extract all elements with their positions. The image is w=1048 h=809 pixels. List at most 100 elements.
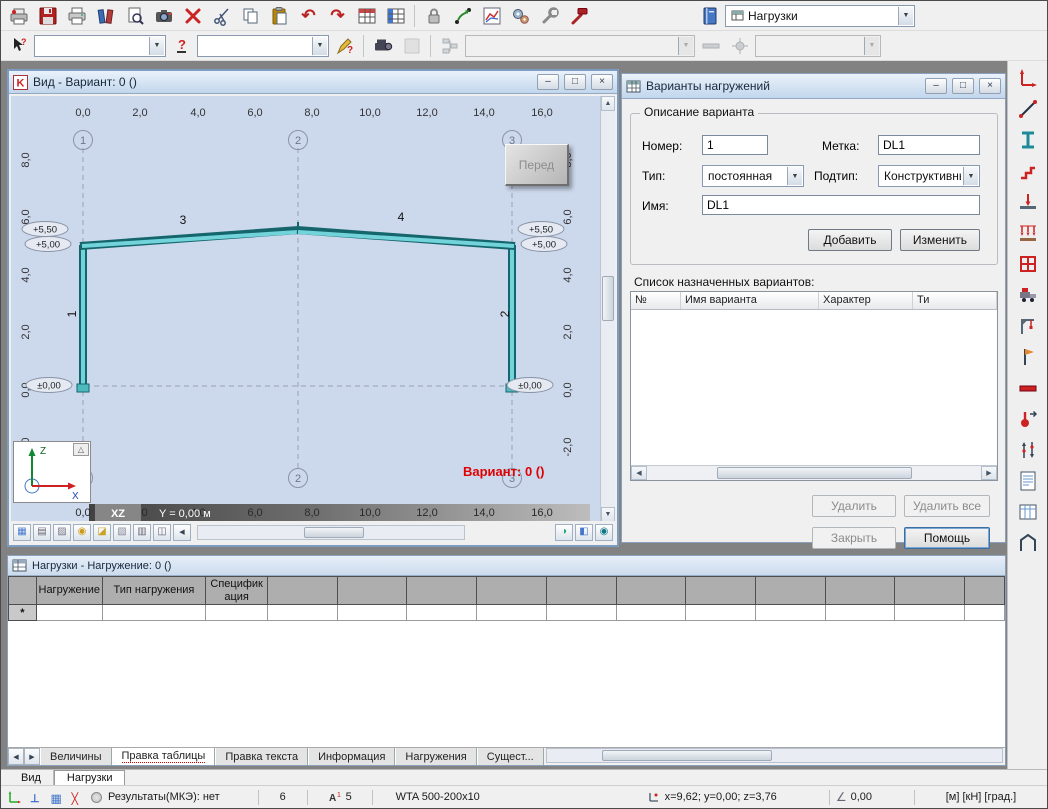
close-icon[interactable]: × bbox=[591, 74, 613, 90]
scroll-left-icon[interactable]: ◀ bbox=[631, 466, 647, 480]
sheet-tab-values[interactable]: Величины bbox=[40, 748, 112, 765]
number-field[interactable] bbox=[702, 135, 768, 155]
moving-load-icon[interactable] bbox=[1013, 283, 1043, 307]
subtype-combo[interactable]: Конструктивные ▼ bbox=[878, 165, 980, 187]
column-header[interactable] bbox=[964, 575, 1005, 606]
cut-icon[interactable] bbox=[208, 3, 235, 29]
chevron-down-icon[interactable]: ▼ bbox=[678, 36, 693, 55]
chevron-down-icon[interactable]: ▼ bbox=[312, 36, 327, 55]
material-combo[interactable]: ▼ bbox=[755, 34, 881, 57]
load-table-icon[interactable] bbox=[1013, 500, 1043, 524]
table-cell[interactable] bbox=[824, 604, 896, 622]
table-cell[interactable] bbox=[476, 604, 547, 622]
add-button[interactable]: Добавить bbox=[808, 229, 892, 251]
grid-toggle-icon[interactable]: ▨ bbox=[53, 523, 71, 541]
scroll-up-icon[interactable]: ▲ bbox=[601, 96, 615, 111]
front-view-button[interactable]: Перед bbox=[505, 144, 569, 186]
view-mode-icon[interactable]: ◉ bbox=[595, 523, 613, 541]
column-header[interactable]: Спецификация bbox=[205, 575, 269, 606]
steps-icon[interactable] bbox=[1013, 159, 1043, 183]
delete-all-button[interactable]: Удалить все bbox=[904, 495, 990, 517]
restore-icon[interactable]: □ bbox=[564, 74, 586, 90]
table-cell[interactable] bbox=[615, 604, 687, 622]
sheet-tab-loadings[interactable]: Нагружения bbox=[395, 748, 477, 765]
hscroll-thumb[interactable] bbox=[304, 526, 364, 538]
column-header[interactable]: № bbox=[631, 292, 681, 309]
select-mode-icon[interactable]: ▦ bbox=[13, 523, 31, 541]
dialog-titlebar[interactable]: Варианты нагружений – □ × bbox=[622, 74, 1005, 99]
edit-button[interactable]: Изменить bbox=[900, 229, 980, 251]
new-row-marker[interactable]: * bbox=[8, 604, 37, 622]
lock-icon[interactable] bbox=[420, 3, 447, 29]
column-header[interactable] bbox=[406, 575, 478, 606]
view-horizontal-scrollbar[interactable] bbox=[197, 524, 465, 540]
table-cell[interactable] bbox=[964, 604, 1005, 622]
link-nodes-icon[interactable] bbox=[449, 3, 476, 29]
delete-button[interactable]: Удалить bbox=[812, 495, 896, 517]
table-icon[interactable] bbox=[353, 3, 380, 29]
chevron-down-icon[interactable]: ▼ bbox=[963, 167, 978, 185]
column-header[interactable]: Тип нагружения bbox=[101, 575, 207, 606]
draw-icon[interactable]: ◪ bbox=[93, 523, 111, 541]
chevron-down-icon[interactable]: ▼ bbox=[149, 36, 164, 55]
line-element-icon[interactable] bbox=[1013, 97, 1043, 121]
column-header[interactable]: Нагружение bbox=[35, 575, 103, 606]
minimize-icon[interactable]: – bbox=[925, 78, 947, 94]
table-cell[interactable] bbox=[685, 604, 756, 622]
variants-table[interactable]: № Имя варианта Характер Ти ◀ ▶ bbox=[630, 291, 998, 481]
crane-load-icon[interactable] bbox=[1013, 314, 1043, 338]
break-icon[interactable]: ╳ bbox=[70, 790, 85, 805]
chart-icon[interactable] bbox=[478, 3, 505, 29]
table-cell[interactable] bbox=[406, 604, 478, 622]
ibeam-icon[interactable] bbox=[1013, 128, 1043, 152]
paste-icon[interactable] bbox=[266, 3, 293, 29]
blank-tool-icon[interactable] bbox=[398, 33, 425, 59]
table-cell[interactable] bbox=[754, 604, 826, 622]
pick-info-icon[interactable]: ? bbox=[5, 33, 32, 59]
coordinate-axes-icon[interactable] bbox=[1013, 66, 1043, 90]
row-selector-header[interactable] bbox=[8, 575, 37, 606]
frame-structure-icon[interactable] bbox=[1013, 531, 1043, 555]
scroll-down-icon[interactable]: ▼ bbox=[601, 507, 615, 522]
redo-icon[interactable]: ↷ bbox=[324, 3, 351, 29]
projector-icon[interactable] bbox=[369, 33, 396, 59]
column-header[interactable] bbox=[894, 575, 966, 606]
ucs-icon[interactable]: ⊥ bbox=[28, 790, 43, 805]
column-header[interactable] bbox=[476, 575, 547, 606]
loads-table[interactable]: Нагружение Тип нагружения Спецификация * bbox=[8, 575, 1005, 622]
minimize-icon[interactable]: – bbox=[537, 74, 559, 90]
sheet-tab-edit-table[interactable]: Правка таблицы bbox=[111, 748, 216, 765]
table-cell[interactable] bbox=[35, 604, 103, 622]
layout-icon[interactable]: ◫ bbox=[153, 523, 171, 541]
loads-table-new-row[interactable]: * bbox=[8, 604, 1005, 622]
tab-scroll-right-icon[interactable]: ▶ bbox=[24, 748, 40, 765]
selection-combo[interactable]: ▼ bbox=[34, 34, 166, 57]
column-header[interactable] bbox=[824, 575, 896, 606]
loads-panel-titlebar[interactable]: Нагрузки - Нагружение: 0 () bbox=[8, 556, 1005, 576]
sheet-tab-edit-text[interactable]: Правка текста bbox=[215, 748, 309, 765]
load-document-icon[interactable] bbox=[1013, 469, 1043, 493]
snapshot-icon[interactable] bbox=[150, 3, 177, 29]
table-edit-icon[interactable] bbox=[382, 3, 409, 29]
view-vertical-scrollbar[interactable]: ▲ ▼ bbox=[600, 96, 615, 522]
column-header[interactable] bbox=[545, 575, 617, 606]
print-icon[interactable] bbox=[63, 3, 90, 29]
chevron-down-icon[interactable]: ▼ bbox=[787, 167, 802, 185]
column-header[interactable] bbox=[615, 575, 687, 606]
table-cell[interactable] bbox=[205, 604, 269, 622]
filter-combo[interactable]: ▼ bbox=[197, 34, 329, 57]
help-button[interactable]: Помощь bbox=[904, 527, 990, 549]
tab-scroll-left-icon[interactable]: ◀ bbox=[8, 748, 24, 765]
table-cell[interactable] bbox=[267, 604, 338, 622]
sheet-tab-info[interactable]: Информация bbox=[308, 748, 396, 765]
mark-field[interactable] bbox=[878, 135, 980, 155]
table-cell[interactable] bbox=[336, 604, 408, 622]
grid-snap-icon[interactable]: ▦ bbox=[49, 790, 64, 805]
edit-help-icon[interactable]: ? bbox=[331, 33, 358, 59]
thermal-load-icon[interactable] bbox=[1013, 407, 1043, 431]
loads-mode-combo[interactable]: Нагрузки ▼ bbox=[725, 4, 915, 27]
clip-view-icon[interactable]: ◧ bbox=[575, 523, 593, 541]
beam-load-icon[interactable] bbox=[1013, 376, 1043, 400]
lamp-icon[interactable]: ◉ bbox=[73, 523, 91, 541]
undo-icon[interactable]: ↶ bbox=[295, 3, 322, 29]
